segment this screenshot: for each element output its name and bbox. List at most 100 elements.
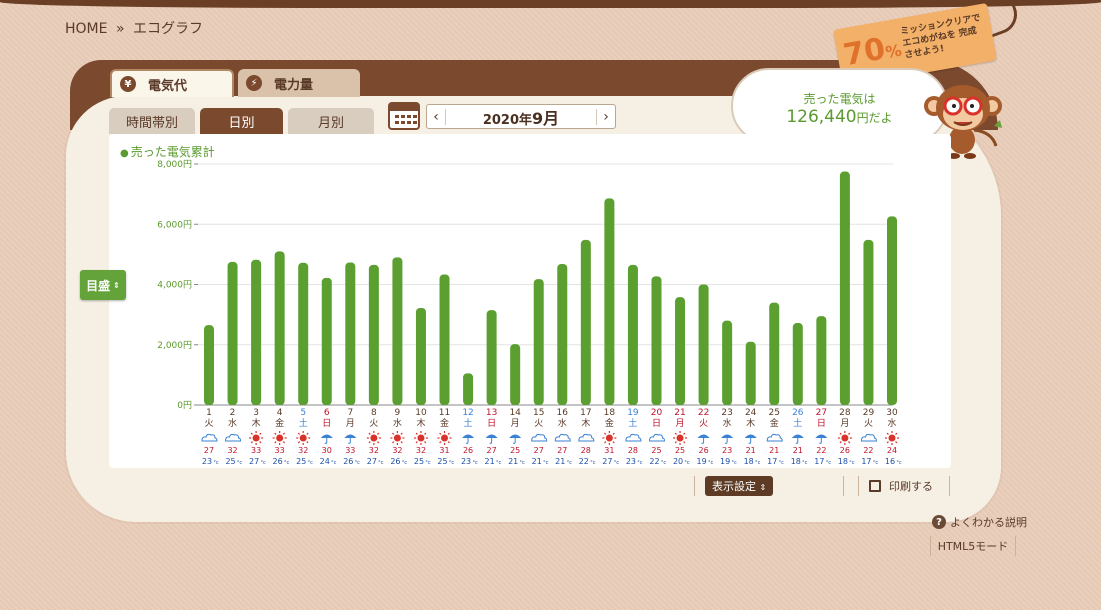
bar[interactable] <box>510 344 521 405</box>
x-weekday-label: 土 <box>628 417 637 429</box>
bar[interactable] <box>486 310 497 405</box>
prev-month-button[interactable]: ‹ <box>427 108 446 125</box>
html5-mode-button[interactable]: HTML5モード <box>930 536 1016 556</box>
sun-icon <box>296 431 311 445</box>
bar[interactable] <box>368 264 379 405</box>
umbrella-icon <box>462 434 475 444</box>
bar[interactable] <box>415 307 426 405</box>
subtab-daily[interactable]: 日別 <box>200 108 283 134</box>
calendar-icon[interactable] <box>388 102 420 130</box>
x-day-label: 16 <box>557 408 569 418</box>
bar[interactable] <box>675 297 686 405</box>
x-day-label: 10 <box>415 408 427 418</box>
bar[interactable] <box>769 302 780 405</box>
help-label: よくわかる説明 <box>950 516 1027 529</box>
scale-button[interactable]: 目盛 ⇕ <box>80 270 126 300</box>
sun-icon <box>885 431 899 445</box>
display-settings-group: 表示設定 ⇕ <box>694 476 845 496</box>
x-weekday-label: 金 <box>275 417 284 429</box>
x-weekday-label: 金 <box>440 417 449 429</box>
y-tick-label: 4,000円 <box>157 280 192 291</box>
subtab-monthly[interactable]: 月別 <box>288 108 374 134</box>
x-day-label: 28 <box>839 408 851 418</box>
x-day-label: 4 <box>277 408 283 418</box>
tab-electricity-cost[interactable]: ¥ 電気代 <box>110 69 234 97</box>
bar[interactable] <box>463 373 474 405</box>
bar[interactable] <box>251 259 262 405</box>
high-temp: 26 <box>840 446 850 455</box>
x-day-label: 30 <box>886 408 898 418</box>
bar[interactable] <box>839 171 850 405</box>
bar[interactable] <box>274 251 285 405</box>
bar[interactable] <box>204 325 214 405</box>
print-button[interactable]: 印刷する <box>858 476 950 496</box>
high-temp: 32 <box>416 446 426 455</box>
bar[interactable] <box>722 320 733 405</box>
sun-icon <box>602 431 617 445</box>
temp-unit: °c <box>590 460 596 466</box>
temp-unit: °c <box>708 460 714 466</box>
sun-icon <box>272 431 287 445</box>
bar[interactable] <box>887 216 897 405</box>
low-temp: 16 <box>885 457 895 466</box>
bar[interactable] <box>816 316 827 405</box>
x-weekday-label: 火 <box>534 418 543 429</box>
low-temp: 23 <box>626 457 636 466</box>
bar[interactable] <box>533 279 544 405</box>
display-settings-button[interactable]: 表示設定 ⇕ <box>705 476 774 496</box>
low-temp: 27 <box>602 457 612 466</box>
low-temp: 18 <box>744 457 754 466</box>
bar[interactable] <box>580 239 591 405</box>
help-link[interactable]: ? よくわかる説明 <box>932 514 1027 530</box>
bar[interactable] <box>439 274 450 405</box>
bar[interactable] <box>345 262 356 405</box>
umbrella-icon <box>697 434 710 444</box>
x-weekday-label: 木 <box>416 417 425 429</box>
tab-electricity-amount[interactable]: ⚡ 電力量 <box>238 69 360 97</box>
high-temp: 21 <box>793 446 803 455</box>
temp-unit: °c <box>378 460 384 466</box>
x-day-label: 2 <box>230 408 236 418</box>
tab-label: 電力量 <box>274 77 314 93</box>
breadcrumb-home[interactable]: HOME <box>65 21 107 37</box>
low-temp: 25 <box>437 457 447 466</box>
temp-unit: °c <box>543 460 549 466</box>
cloud-icon <box>531 433 548 442</box>
temp-unit: °c <box>496 460 502 466</box>
y-tick-label: 8,000円 <box>157 159 192 170</box>
x-weekday-label: 土 <box>464 417 473 429</box>
x-weekday-label: 火 <box>699 418 708 429</box>
bar[interactable] <box>745 341 756 405</box>
bar[interactable] <box>321 277 332 405</box>
x-weekday-label: 月 <box>346 418 355 429</box>
bar[interactable] <box>792 323 803 405</box>
high-temp: 27 <box>557 446 567 455</box>
bar[interactable] <box>227 261 238 405</box>
umbrella-icon <box>485 434 498 444</box>
umbrella-icon <box>791 434 804 444</box>
temp-unit: °c <box>684 460 690 466</box>
high-temp: 31 <box>439 446 449 455</box>
bar[interactable] <box>557 264 568 405</box>
high-temp: 27 <box>487 446 497 455</box>
bar[interactable] <box>298 262 309 405</box>
low-temp: 17 <box>861 457 871 466</box>
bar[interactable] <box>698 284 709 406</box>
x-day-label: 11 <box>439 408 450 418</box>
cloud-icon <box>625 433 642 442</box>
bar[interactable] <box>604 198 615 405</box>
next-month-button[interactable]: › <box>596 108 615 125</box>
bar[interactable] <box>651 276 662 405</box>
x-day-label: 23 <box>721 408 732 418</box>
subtab-hourly[interactable]: 時間帯別 <box>109 108 195 134</box>
temp-unit: °c <box>472 460 478 466</box>
bar[interactable] <box>392 257 403 405</box>
bar[interactable] <box>863 239 874 405</box>
bar[interactable] <box>627 264 638 405</box>
x-day-label: 1 <box>206 408 212 418</box>
temp-unit: °c <box>449 460 455 466</box>
high-temp: 23 <box>722 446 732 455</box>
bolt-icon: ⚡ <box>246 75 262 91</box>
breadcrumb: HOME » エコグラフ <box>65 18 207 38</box>
x-weekday-label: 木 <box>746 417 755 429</box>
